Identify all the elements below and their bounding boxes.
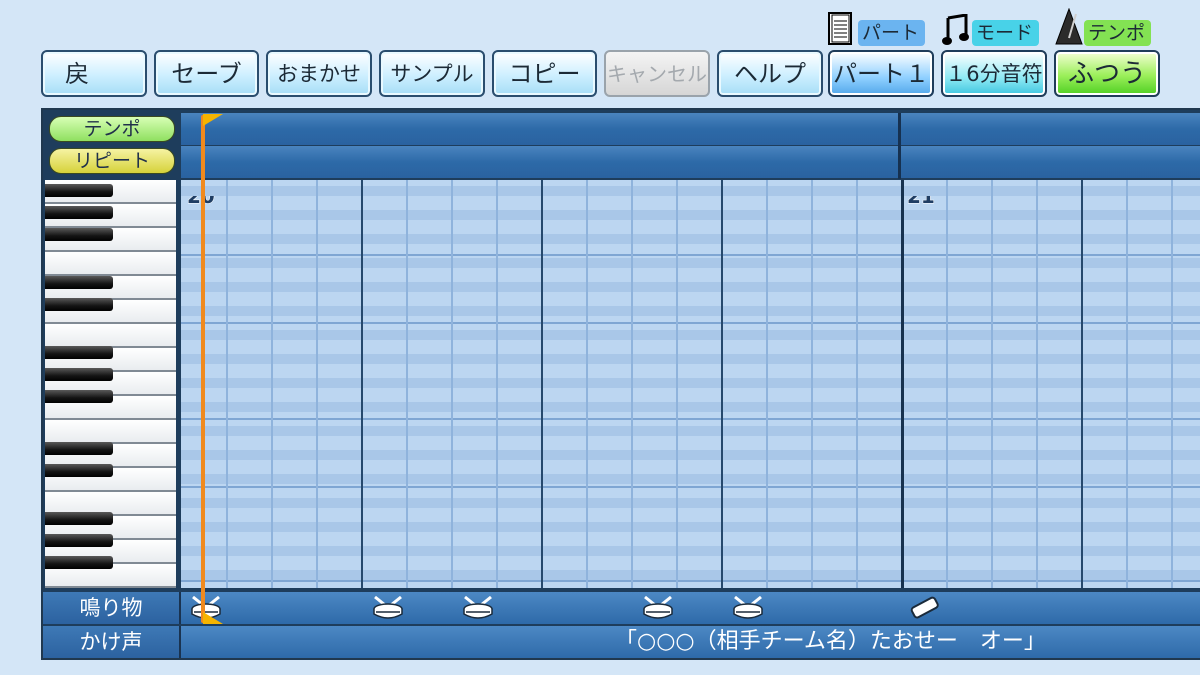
auto-button[interactable]: おまかせ	[266, 50, 372, 97]
grid-band	[181, 258, 1200, 268]
drum-icon[interactable]	[371, 595, 405, 624]
grid-column-line	[496, 180, 498, 588]
repeat-lane[interactable]	[181, 146, 1200, 178]
grid-column-line	[676, 180, 678, 588]
sequencer-editor: テンポ リピート 20 21 鳴り物 かけ声 「○○○（相手チーム名）たおせー …	[41, 108, 1200, 660]
call-row: かけ声 「○○○（相手チーム名）たおせー オー」	[43, 626, 1200, 658]
grid-band	[181, 282, 1200, 292]
piano-black-key[interactable]	[45, 276, 113, 289]
grid-band	[181, 330, 1200, 340]
grid-band	[181, 474, 1200, 484]
piano-white-key[interactable]	[45, 420, 176, 444]
repeat-row-label: リピート	[49, 148, 175, 174]
playback-cursor[interactable]	[201, 115, 205, 623]
metronome-icon	[1054, 7, 1084, 50]
grid-band	[181, 546, 1200, 556]
cancel-button[interactable]: キャンセル	[604, 50, 710, 97]
grid-band	[181, 354, 1200, 364]
piano-white-key[interactable]	[45, 324, 176, 348]
grid-column-line	[1171, 180, 1173, 588]
grid-band	[181, 522, 1200, 532]
drum-icon[interactable]	[731, 595, 765, 624]
grid-column-line	[361, 180, 363, 588]
piano-black-key[interactable]	[45, 184, 113, 197]
grid-column-line	[631, 180, 633, 588]
grid-band	[181, 210, 1200, 220]
grid-column-line	[451, 180, 453, 588]
grid-column-line	[946, 180, 948, 588]
octave-line	[181, 322, 1200, 324]
grid-column-line	[226, 180, 228, 588]
note-grid[interactable]: 20 21	[181, 180, 1200, 588]
call-lane[interactable]: 「○○○（相手チーム名）たおせー オー」	[181, 626, 1200, 658]
grid-column-line	[541, 180, 543, 588]
grid-column-line	[856, 180, 858, 588]
call-row-label: かけ声	[43, 626, 181, 658]
back-button[interactable]: 戻 る	[41, 50, 147, 97]
tempo-row-label: テンポ	[49, 116, 175, 142]
drum-icon[interactable]	[641, 595, 675, 624]
piano-black-key[interactable]	[45, 534, 113, 547]
octave-line	[181, 580, 1200, 582]
piano-black-key[interactable]	[45, 298, 113, 311]
part-select-button[interactable]: パート１	[828, 50, 934, 97]
grid-band	[181, 234, 1200, 244]
percussion-lane[interactable]	[181, 592, 1200, 624]
piano-keyboard[interactable]	[45, 180, 176, 588]
piano-black-key[interactable]	[45, 556, 113, 569]
drum-icon[interactable]	[461, 595, 495, 624]
grid-band	[181, 186, 1200, 196]
grid-column-line	[991, 180, 993, 588]
grid-column-line	[1081, 180, 1083, 588]
octave-line	[181, 254, 1200, 256]
grid-column-line	[586, 180, 588, 588]
grid-column-line	[271, 180, 273, 588]
part-header-label: パート	[858, 20, 926, 46]
help-button[interactable]: ヘルプ	[717, 50, 823, 97]
whistle-icon[interactable]	[909, 596, 943, 624]
piano-black-key[interactable]	[45, 390, 113, 403]
grid-column-line	[721, 180, 723, 588]
grid-band	[181, 426, 1200, 436]
grid-band	[181, 450, 1200, 460]
measure-divider	[898, 113, 901, 179]
piano-black-key[interactable]	[45, 512, 113, 525]
tempo-select-button[interactable]: ふつう	[1054, 50, 1160, 97]
call-text: 「○○○（相手チーム名）たおせー オー」	[615, 629, 1046, 654]
octave-line	[181, 486, 1200, 488]
grid-column-line	[406, 180, 408, 588]
percussion-row-label: 鳴り物	[43, 592, 181, 624]
grid-column-line	[766, 180, 768, 588]
piano-black-key[interactable]	[45, 368, 113, 381]
grid-band	[181, 402, 1200, 412]
octave-line	[181, 418, 1200, 420]
tempo-header-label: テンポ	[1084, 20, 1152, 46]
grid-column-line	[901, 180, 904, 588]
grid-band	[181, 498, 1200, 508]
cursor-top-flag	[203, 114, 223, 126]
piano-black-key[interactable]	[45, 346, 113, 359]
score-icon	[828, 12, 854, 50]
save-button[interactable]: セーブ	[154, 50, 259, 97]
piano-black-key[interactable]	[45, 442, 113, 455]
mode-select-button[interactable]: １6分音符	[941, 50, 1047, 97]
grid-column-line	[811, 180, 813, 588]
cursor-bottom-flag	[203, 612, 223, 624]
piano-white-key[interactable]	[45, 252, 176, 276]
sample-button[interactable]: サンプル	[379, 50, 485, 97]
piano-black-key[interactable]	[45, 464, 113, 477]
grid-column-line	[1036, 180, 1038, 588]
grid-band	[181, 378, 1200, 388]
grid-band	[181, 570, 1200, 580]
grid-column-line	[316, 180, 318, 588]
tempo-lane[interactable]	[181, 113, 1200, 145]
grid-band	[181, 306, 1200, 316]
copy-button[interactable]: コピー	[492, 50, 597, 97]
grid-column-line	[1126, 180, 1128, 588]
mode-header-label: モード	[972, 20, 1040, 46]
piano-black-key[interactable]	[45, 206, 113, 219]
music-note-icon	[942, 13, 970, 50]
piano-black-key[interactable]	[45, 228, 113, 241]
